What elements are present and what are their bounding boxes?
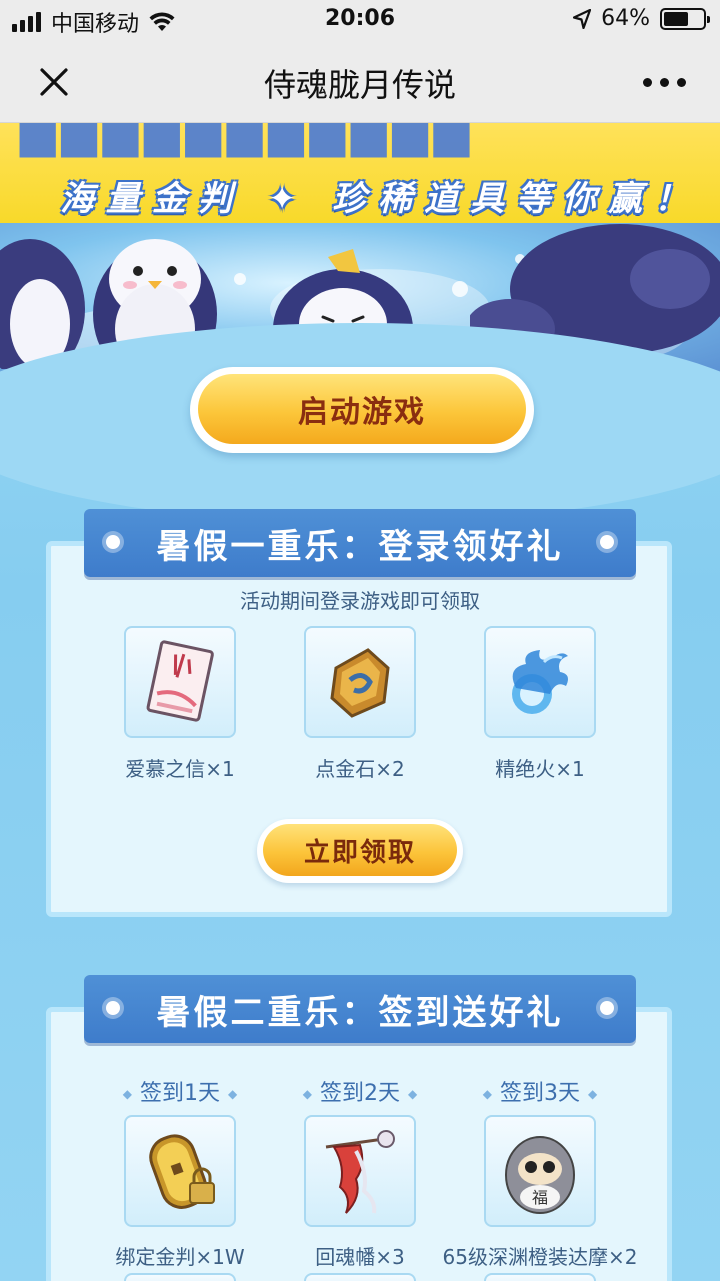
battery-fill: [664, 11, 688, 26]
location-arrow-icon: [573, 8, 592, 29]
gold-stone-icon: [330, 648, 390, 718]
page-title: 侍魂胧月传说: [263, 66, 456, 104]
webview-content[interactable]: ███████████ 海量金判 ✦ 珍稀道具等你赢！ 启动游戏 暑假一重乐：登…: [0, 123, 720, 1281]
soul-banner-item[interactable]: [304, 1115, 416, 1227]
claim-now-button[interactable]: 立即领取: [257, 819, 463, 883]
battery-icon: [660, 7, 710, 30]
status-bar: 中国移动 20:06 64%: [0, 0, 720, 40]
next-row-item[interactable]: [124, 1273, 236, 1281]
checkin-day-label: ◆ 签到1天 ◆: [122, 1081, 238, 1106]
checkin-day-label: ◆ 签到2天 ◆: [302, 1081, 418, 1106]
gold-stone-item[interactable]: [304, 626, 416, 738]
item-label: 精绝火×1: [495, 757, 585, 781]
status-right: 64%: [573, 6, 710, 31]
svg-text:福: 福: [532, 1188, 548, 1207]
banner-title-strip: ███████████ 海量金判 ✦ 珍稀道具等你赢！: [0, 123, 720, 223]
next-row-item[interactable]: [304, 1273, 416, 1281]
daruma-icon: 福: [505, 1136, 575, 1214]
blue-flame-icon: [512, 650, 568, 714]
claim-now-label: 立即领取: [263, 824, 457, 876]
section1-subtitle: 活动期间登录游戏即可领取: [240, 589, 480, 613]
blue-flame-item[interactable]: [484, 626, 596, 738]
locked-gold-coin-icon: [149, 1134, 215, 1209]
banner-subtitle: 海量金判 ✦ 珍稀道具等你赢！: [60, 179, 701, 219]
section2-title: 暑假二重乐：签到送好礼: [156, 992, 564, 1033]
page: 中国移动 20:06 64% 侍魂胧月传说 ███████████ 海量金判 ✦…: [0, 0, 720, 1281]
daruma-item[interactable]: 福: [484, 1115, 596, 1227]
battery-percent: 64%: [601, 6, 650, 31]
start-game-button[interactable]: 启动游戏: [190, 367, 534, 453]
love-letter-item[interactable]: [124, 626, 236, 738]
section2-header: 暑假二重乐：签到送好礼: [84, 975, 636, 1043]
soul-banner-icon: [325, 1130, 395, 1214]
penguin-illustration: [0, 239, 85, 369]
love-letter-icon: [146, 640, 214, 722]
start-game-label: 启动游戏: [198, 374, 526, 444]
next-row-item[interactable]: [484, 1273, 596, 1281]
item-label: 65级深渊橙装达摩×2: [442, 1245, 638, 1269]
section1-header: 暑假一重乐：登录领好礼: [84, 509, 636, 577]
more-dots-icon[interactable]: [643, 78, 686, 87]
banner-heading-art: ███████████: [20, 123, 476, 157]
nav-bar: 侍魂胧月传说: [0, 40, 720, 123]
checkin-day-label: ◆ 签到3天 ◆: [482, 1081, 598, 1106]
bound-gold-item[interactable]: [124, 1115, 236, 1227]
section1-title: 暑假一重乐：登录领好礼: [156, 526, 564, 567]
